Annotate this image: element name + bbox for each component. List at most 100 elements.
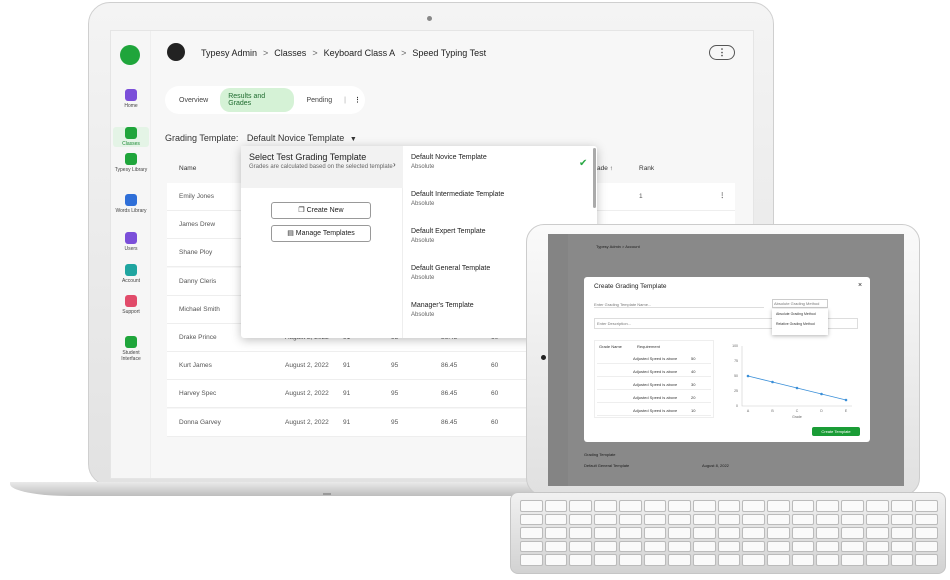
- breadcrumb-item[interactable]: Typesy Admin: [201, 48, 257, 58]
- tab-pending[interactable]: Pending: [298, 92, 340, 109]
- keyboard-key: [865, 513, 889, 526]
- table-cell-d: 60: [491, 362, 499, 370]
- template-option-name: Default Intermediate Template: [411, 191, 505, 198]
- sidebar-item-words-library[interactable]: Words Library: [113, 194, 149, 214]
- keyboard-key: [915, 500, 938, 512]
- chevron-right-icon: >: [263, 48, 269, 58]
- template-option[interactable]: Default Novice Template Absolute: [411, 154, 587, 191]
- keyboard-key: [915, 540, 938, 553]
- sidebar-item-student-interface[interactable]: Student Interface: [113, 336, 149, 362]
- library-icon: [125, 153, 137, 165]
- grading-template-selector[interactable]: Grading Template: Default Novice Templat…: [165, 133, 357, 143]
- keyboard-key: [520, 500, 543, 512]
- create-new-button[interactable]: ❐ Create New: [271, 202, 371, 219]
- menu-item-absolute[interactable]: Absolute Grading Method: [772, 309, 828, 319]
- keyboard-key: [717, 540, 741, 553]
- sidebar-item-users[interactable]: Users: [113, 232, 149, 252]
- copy-icon: ❐: [298, 207, 305, 214]
- requirement-text: Adjusted Speed is above: [633, 395, 678, 400]
- sidebar-item-typesy-library[interactable]: Typesy Library: [113, 153, 149, 173]
- grade-row: Adjusted Speed is above 50: [597, 353, 711, 364]
- keyboard-key: [643, 513, 667, 526]
- table-cell-a: 91: [343, 390, 351, 398]
- keyboard-key: [618, 500, 642, 512]
- x-tick-label: E: [845, 409, 848, 413]
- requirement-value-input[interactable]: 30: [691, 382, 695, 387]
- keyboard-key: [816, 527, 840, 539]
- requirement-value-input[interactable]: 20: [691, 395, 695, 400]
- row-menu-icon[interactable]: ⋮: [719, 191, 726, 199]
- table-cell-b: 95: [391, 390, 399, 398]
- column-header-name[interactable]: Name: [179, 165, 196, 172]
- table-cell-b: 95: [391, 418, 399, 426]
- keyboard-key: [544, 554, 568, 566]
- template-option-name: Default Novice Template: [411, 154, 487, 161]
- grading-template-label: Grading Template:: [165, 133, 239, 143]
- table-cell-name: Harvey Spec: [179, 390, 217, 398]
- keyboard-key: [717, 554, 741, 566]
- data-point: [795, 386, 799, 390]
- keyboard-key: [643, 554, 667, 566]
- requirement-value-input[interactable]: 50: [691, 356, 695, 361]
- sidebar-item-account[interactable]: Account: [113, 264, 149, 284]
- caret-down-icon: ▼: [349, 136, 357, 143]
- manage-templates-button[interactable]: ▤ Manage Templates: [271, 225, 371, 242]
- data-point: [844, 398, 848, 402]
- keyboard-key: [841, 527, 864, 539]
- more-options-button[interactable]: ⋮: [709, 45, 735, 60]
- keyboard-key: [791, 500, 815, 512]
- requirement-text: Adjusted Speed is above: [633, 369, 678, 374]
- sidebar-item-home[interactable]: Home: [113, 89, 149, 109]
- keyboard-key: [791, 513, 815, 526]
- grade-row: Adjusted Speed is above 10: [597, 405, 711, 416]
- chevron-right-icon: >: [312, 48, 318, 58]
- breadcrumb-item: Speed Typing Test: [412, 48, 487, 58]
- sidebar-item-classes[interactable]: Classes: [113, 127, 149, 147]
- x-tick-label: C: [796, 409, 799, 413]
- requirement-value-input[interactable]: 10: [691, 408, 695, 413]
- keyboard-key: [618, 513, 642, 526]
- support-icon: [125, 295, 137, 307]
- sidebar: Home Classes Typesy Library Words Library Us…: [111, 31, 151, 478]
- table-cell-date: August 2, 2022: [285, 362, 329, 370]
- keyboard-key: [618, 540, 642, 553]
- data-point: [746, 374, 750, 378]
- document-icon: ▤: [287, 230, 294, 237]
- laptop-notch: [323, 493, 331, 495]
- column-header-rank[interactable]: Rank: [639, 165, 654, 172]
- scrollbar[interactable]: [593, 148, 596, 208]
- keyboard-key: [890, 527, 914, 539]
- tab-results-and-grades[interactable]: Results and Grades: [220, 88, 295, 112]
- grading-method-select[interactable]: Absolute Grading Method: [772, 299, 828, 308]
- grade-row: Adjusted Speed is above 30: [597, 379, 711, 390]
- keyboard-key: [594, 527, 617, 539]
- grading-template-value[interactable]: Default Novice Template: [247, 133, 344, 143]
- breadcrumb-item[interactable]: Classes: [274, 48, 306, 58]
- create-template-button[interactable]: Create Template: [812, 427, 860, 436]
- dropdown-title: Select Test Grading Template: [249, 152, 367, 162]
- breadcrumb-item[interactable]: Keyboard Class A: [324, 48, 396, 58]
- keyboard-key: [742, 513, 766, 526]
- close-icon[interactable]: ×: [858, 282, 862, 289]
- tab-more-icon[interactable]: ⋮: [350, 96, 365, 104]
- menu-item-relative[interactable]: Relative Grading Method: [772, 319, 828, 329]
- column-header-grade[interactable]: ade ↑: [597, 165, 613, 172]
- keyboard-key: [569, 554, 593, 566]
- keyboard-key: [594, 554, 617, 566]
- keyboard-key: [569, 500, 593, 512]
- keyboard-key: [791, 527, 815, 539]
- keyboard-key: [742, 540, 766, 553]
- keyboard-key: [692, 554, 716, 566]
- template-name-input[interactable]: Enter Grading Template Name...: [594, 302, 764, 308]
- modal-title: Create Grading Template: [594, 283, 667, 290]
- template-option[interactable]: Default Intermediate Template Absolute: [411, 191, 587, 228]
- tab-overview[interactable]: Overview: [171, 92, 216, 109]
- users-icon: [125, 232, 137, 244]
- sidebar-item-support[interactable]: Support: [113, 295, 149, 315]
- keyboard-key: [717, 500, 741, 512]
- requirement-value-input[interactable]: 40: [691, 369, 695, 374]
- school-logo-icon: [167, 43, 185, 61]
- words-icon: [125, 194, 137, 206]
- keyboard-key: [890, 554, 914, 566]
- keyboard-key: [865, 527, 889, 539]
